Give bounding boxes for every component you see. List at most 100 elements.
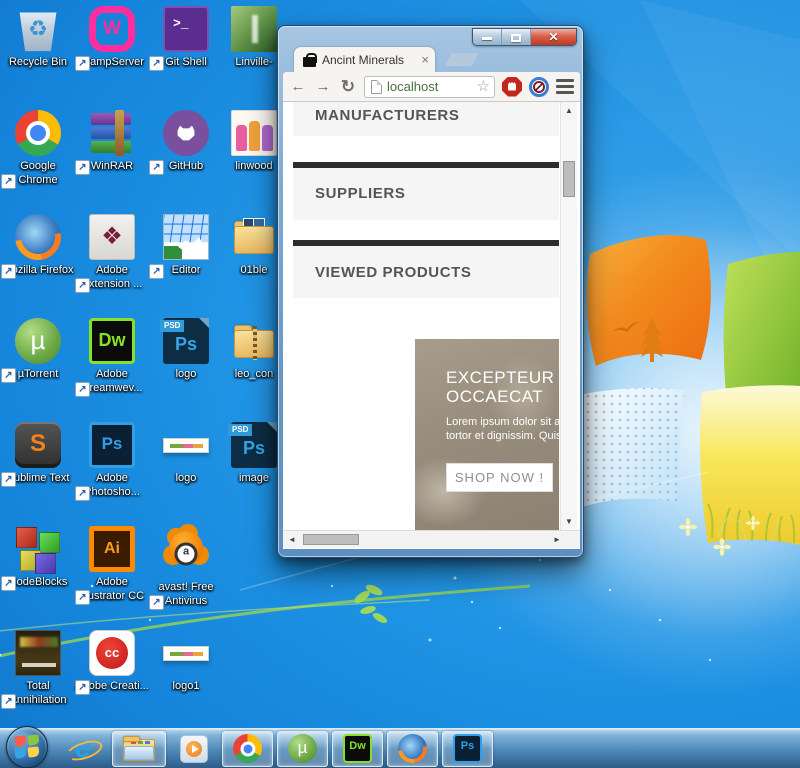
git-shell-icon: >_ bbox=[163, 6, 209, 52]
section-heading[interactable]: VIEWED PRODUCTS bbox=[293, 246, 559, 281]
desktop-icon-logo1[interactable]: logo1 bbox=[148, 630, 224, 694]
shortcut-arrow-icon bbox=[75, 159, 90, 175]
desktop-icon-adobe-creative[interactable]: cc Adobe Creati... bbox=[74, 630, 150, 695]
address-bar[interactable]: localhost ☆ bbox=[364, 75, 495, 98]
desktop-icon-git-shell[interactable]: >_ Git Shell bbox=[148, 6, 224, 71]
section-suppliers: SUPPLIERS bbox=[293, 168, 559, 220]
vertical-scroll-thumb[interactable] bbox=[563, 161, 575, 197]
photoshop-icon: Ps bbox=[89, 422, 135, 468]
chrome-icon bbox=[233, 734, 262, 763]
desktop-icon-codeblocks[interactable]: CodeBlocks bbox=[0, 526, 76, 591]
scroll-up-icon[interactable]: ▲ bbox=[561, 106, 577, 115]
desktop-icon-sublime-text[interactable]: S Sublime Text bbox=[0, 422, 76, 487]
tab-title: Ancint Minerals bbox=[322, 52, 405, 67]
desktop-icon-adobe-photoshop[interactable]: Ps Adobe Photosho... bbox=[74, 422, 150, 501]
internet-explorer-icon: e bbox=[68, 732, 98, 764]
firefox-icon bbox=[398, 734, 427, 763]
horizontal-scrollbar[interactable]: ◄ ► bbox=[283, 530, 580, 548]
shortcut-arrow-icon bbox=[75, 485, 90, 501]
page-viewport: MANUFACTURERS SUPPLIERS VIEWED PRODUCTS … bbox=[283, 102, 580, 549]
tab-close-icon[interactable]: × bbox=[421, 52, 429, 67]
vertical-scrollbar[interactable]: ▲ ▼ bbox=[560, 102, 577, 530]
shop-now-button[interactable]: SHOP NOW ! bbox=[446, 463, 553, 492]
taskbar-google-chrome[interactable] bbox=[222, 730, 273, 767]
forward-button[interactable]: → bbox=[314, 78, 332, 96]
taskbar-dreamweaver[interactable]: Dw bbox=[332, 730, 383, 767]
scroll-left-icon[interactable]: ◄ bbox=[285, 535, 299, 544]
shortcut-arrow-icon bbox=[75, 679, 90, 695]
desktop-icon-mozilla-firefox[interactable]: Mozilla Firefox bbox=[0, 214, 76, 279]
shortcut-arrow-icon bbox=[1, 367, 16, 383]
shortcut-arrow-icon bbox=[149, 55, 164, 71]
utorrent-icon: µ bbox=[288, 734, 317, 763]
taskbar-media-player[interactable] bbox=[170, 731, 218, 767]
chrome-menu-icon[interactable] bbox=[556, 79, 574, 94]
blocker-extension-icon[interactable] bbox=[529, 76, 549, 97]
desktop-icon-wampserver[interactable]: W WampServer bbox=[74, 6, 150, 71]
desktop-icon-logo-thumb[interactable]: logo bbox=[148, 422, 224, 486]
shortcut-arrow-icon bbox=[1, 471, 16, 487]
section-heading[interactable]: MANUFACTURERS bbox=[293, 102, 559, 124]
adobe-extension-manager-icon: ❖ bbox=[89, 214, 135, 260]
taskbar: e µ Dw Ps bbox=[0, 725, 800, 768]
taskbar-internet-explorer[interactable]: e bbox=[58, 731, 108, 767]
scroll-down-icon[interactable]: ▼ bbox=[561, 517, 577, 526]
window-caption-buttons: ✕ bbox=[472, 28, 577, 46]
desktop-icon-adobe-illustrator[interactable]: Ai Adobe Illustrator CC bbox=[74, 526, 150, 605]
desktop-icon-logo-psd[interactable]: Ps PSD logo bbox=[148, 318, 224, 382]
editor-icon bbox=[163, 214, 209, 260]
explorer-folder-icon bbox=[123, 735, 155, 762]
desktop-icon-adobe-extension[interactable]: ❖ Adobe Extension ... bbox=[74, 214, 150, 293]
promo-banner[interactable]: EXCEPTEUR OCCAECAT Lorem ipsum dolor sit… bbox=[415, 339, 559, 530]
taskbar-utorrent[interactable]: µ bbox=[277, 730, 328, 767]
section-manufacturers: MANUFACTURERS bbox=[293, 102, 559, 136]
shopping-bag-favicon bbox=[303, 52, 317, 67]
maximize-button[interactable] bbox=[502, 29, 531, 45]
taskbar-firefox[interactable] bbox=[387, 730, 438, 767]
photoshop-icon: Ps bbox=[453, 734, 482, 763]
chrome-icon bbox=[15, 110, 61, 156]
shortcut-arrow-icon bbox=[1, 575, 16, 591]
shortcut-arrow-icon bbox=[149, 594, 164, 610]
section-heading[interactable]: SUPPLIERS bbox=[293, 168, 559, 202]
taskbar-windows-explorer[interactable] bbox=[112, 730, 166, 767]
psd-file-icon: Ps PSD bbox=[160, 318, 209, 364]
back-button[interactable]: ← bbox=[289, 78, 307, 96]
reload-button[interactable]: ↻ bbox=[339, 77, 357, 96]
shortcut-arrow-icon bbox=[1, 263, 16, 279]
desktop-icon-winrar[interactable]: WinRAR bbox=[74, 110, 150, 175]
close-button[interactable]: ✕ bbox=[531, 29, 576, 45]
desktop-icon-recycle-bin[interactable]: ♻ Recycle Bin bbox=[0, 6, 76, 70]
minimize-icon bbox=[482, 37, 492, 40]
banner-title: EXCEPTEUR OCCAECAT bbox=[446, 368, 555, 406]
start-button[interactable] bbox=[6, 725, 48, 768]
shortcut-arrow-icon bbox=[149, 263, 164, 279]
adblock-extension-icon[interactable] bbox=[502, 77, 522, 97]
browser-window: ✕ Ancint Minerals × ← → ↻ localhost ☆ MA… bbox=[277, 25, 584, 558]
new-tab-button[interactable] bbox=[444, 53, 479, 66]
desktop-icon-total-annihilation[interactable]: Total Annihilation bbox=[0, 630, 76, 709]
bookmark-star-icon[interactable]: ☆ bbox=[477, 78, 490, 96]
desktop-icon-google-chrome[interactable]: Google Chrome bbox=[0, 110, 76, 189]
horizontal-scroll-thumb[interactable] bbox=[303, 534, 359, 545]
shortcut-arrow-icon bbox=[75, 277, 90, 293]
desktop-icon-github[interactable]: GitHub bbox=[148, 110, 224, 175]
avast-icon bbox=[169, 531, 203, 565]
desktop-icon-editor[interactable]: Editor bbox=[148, 214, 224, 279]
desktop-icon-adobe-dreamweaver[interactable]: Dw Adobe Dreamwev... bbox=[74, 318, 150, 397]
firefox-icon bbox=[15, 214, 61, 260]
image-thumbnail-icon bbox=[163, 438, 209, 453]
photo-thumbnail-icon bbox=[231, 6, 277, 52]
media-player-icon bbox=[180, 734, 208, 763]
minimize-button[interactable] bbox=[473, 29, 502, 45]
desktop-icon-avast[interactable]: avast! Free Antivirus bbox=[148, 526, 224, 610]
shortcut-arrow-icon bbox=[75, 589, 90, 605]
zip-folder-icon bbox=[231, 318, 277, 364]
browser-tab[interactable]: Ancint Minerals × bbox=[294, 47, 435, 72]
desktop-icon-utorrent[interactable]: µ µTorrent bbox=[0, 318, 76, 383]
url-text: localhost bbox=[387, 79, 439, 94]
shortcut-arrow-icon bbox=[75, 381, 90, 397]
taskbar-photoshop[interactable]: Ps bbox=[442, 730, 493, 767]
scroll-right-icon[interactable]: ► bbox=[550, 535, 564, 544]
illustrator-icon: Ai bbox=[89, 526, 135, 572]
